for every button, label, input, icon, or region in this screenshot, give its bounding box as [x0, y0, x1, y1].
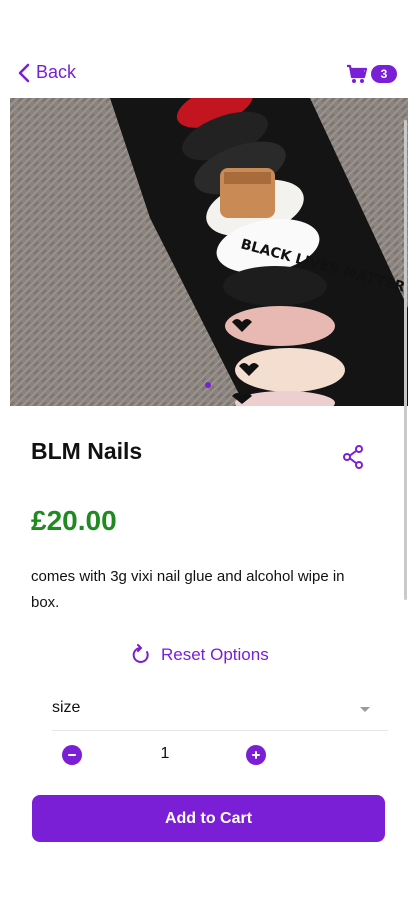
product-price: £20.00 — [31, 505, 117, 536]
product-image[interactable]: BLACK LIVES MATTER — [10, 98, 408, 406]
top-bar: Back 3 — [0, 0, 417, 98]
back-button[interactable]: Back — [18, 62, 76, 83]
share-icon — [343, 445, 363, 469]
reset-icon — [132, 644, 149, 663]
caret-down-icon — [360, 707, 370, 712]
share-button[interactable] — [342, 445, 364, 474]
size-select-label: size — [52, 699, 81, 716]
quantity-increment-button[interactable] — [246, 745, 266, 765]
carousel-dot-active[interactable] — [205, 382, 211, 388]
reset-options-button[interactable]: Reset Options — [131, 644, 269, 666]
product-title: BLM Nails — [31, 438, 143, 464]
plus-icon — [252, 751, 260, 759]
minus-icon — [68, 754, 76, 756]
quantity-value: 1 — [160, 745, 170, 762]
quantity-decrement-button[interactable] — [62, 745, 82, 765]
add-to-cart-button[interactable]: Add to Cart — [32, 795, 385, 842]
back-label: Back — [36, 62, 77, 82]
product-description: comes with 3g vixi nail glue and alcohol… — [31, 568, 345, 611]
reset-options-label: Reset Options — [161, 645, 269, 664]
chevron-left-icon — [18, 63, 30, 82]
scrollbar[interactable] — [404, 120, 407, 600]
cart-count-badge: 3 — [371, 65, 397, 83]
cart-icon — [347, 64, 368, 83]
nails-photo: BLACK LIVES MATTER — [10, 98, 408, 406]
size-select[interactable]: size — [52, 691, 388, 731]
cart-button[interactable]: 3 — [346, 64, 397, 84]
